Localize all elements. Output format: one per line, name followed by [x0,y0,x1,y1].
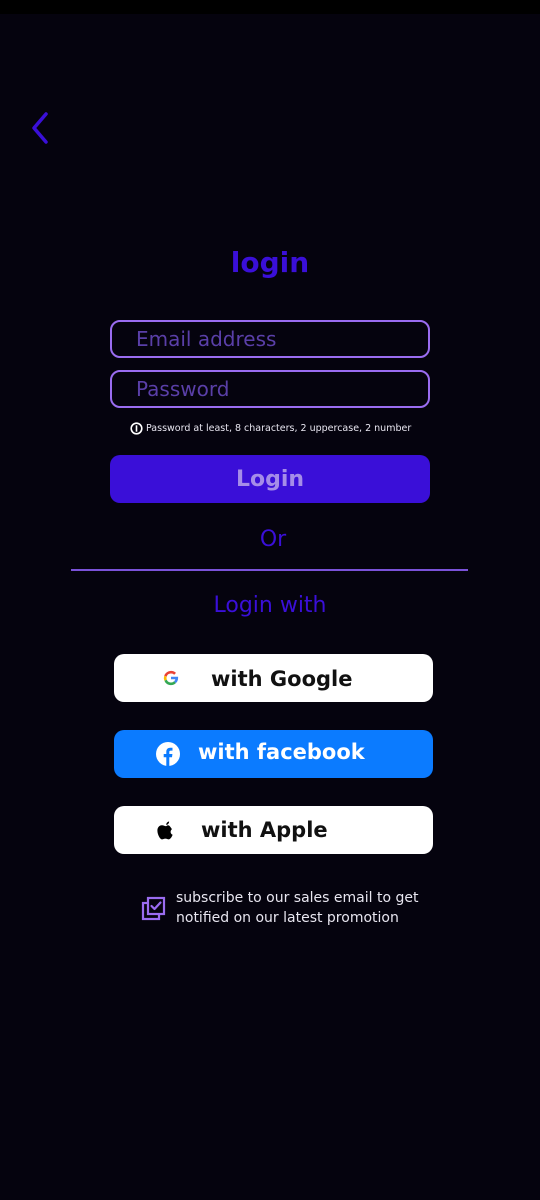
page-title: login [230,246,310,279]
subscribe-text: subscribe to our sales email to get noti… [176,890,419,926]
chevron-left-icon [32,112,48,144]
subscribe-option: subscribe to our sales email to get noti… [140,888,440,928]
facebook-button-label: with facebook [198,740,365,764]
login-screen: login Password at least, 8 characters, 2… [0,0,540,1200]
apple-login-button[interactable]: with Apple [114,806,433,854]
facebook-icon [156,742,180,766]
password-hint: Password at least, 8 characters, 2 upper… [130,421,411,435]
password-field[interactable] [110,370,430,408]
checkbox-stack-icon[interactable] [140,895,168,923]
facebook-login-button[interactable]: with facebook [114,730,433,778]
login-with-label: Login with [213,593,327,618]
apple-button-label: with Apple [201,818,328,842]
status-bar [0,0,540,14]
google-icon [163,670,179,686]
google-button-label: with Google [211,667,353,691]
apple-icon [157,821,173,840]
google-login-button[interactable]: with Google [114,654,433,702]
info-icon [130,421,143,435]
or-label: Or [259,527,287,552]
password-hint-text: Password at least, 8 characters, 2 upper… [146,422,412,434]
divider [71,569,468,571]
login-button[interactable]: Login [110,455,430,503]
back-button[interactable] [26,110,56,146]
email-field[interactable] [110,320,430,358]
